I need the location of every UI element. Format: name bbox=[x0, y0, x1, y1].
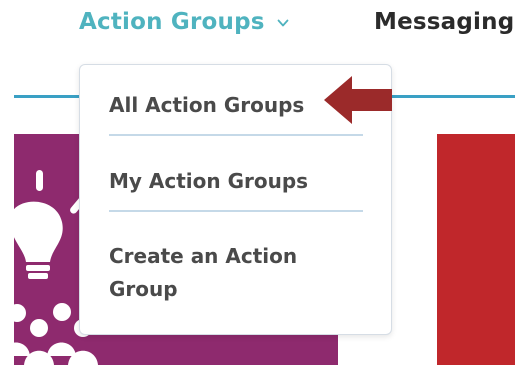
menu-item-create-action-group[interactable]: Create an Action Group bbox=[109, 240, 363, 306]
nav-tab-messaging-label: Messaging bbox=[374, 9, 515, 35]
nav-tab-action-groups[interactable]: Action Groups bbox=[79, 4, 289, 40]
arrow-left-icon bbox=[324, 76, 392, 124]
nav-tab-messaging[interactable]: Messaging bbox=[374, 4, 514, 40]
page: Action Groups Messaging All Action Group… bbox=[0, 0, 515, 365]
menu-divider bbox=[109, 210, 363, 212]
chevron-down-icon bbox=[277, 19, 289, 27]
menu-divider bbox=[109, 134, 363, 136]
nav-tab-action-groups-label: Action Groups bbox=[79, 9, 265, 35]
action-group-card-image-2[interactable] bbox=[437, 134, 515, 365]
menu-item-my-action-groups[interactable]: My Action Groups bbox=[109, 165, 363, 198]
